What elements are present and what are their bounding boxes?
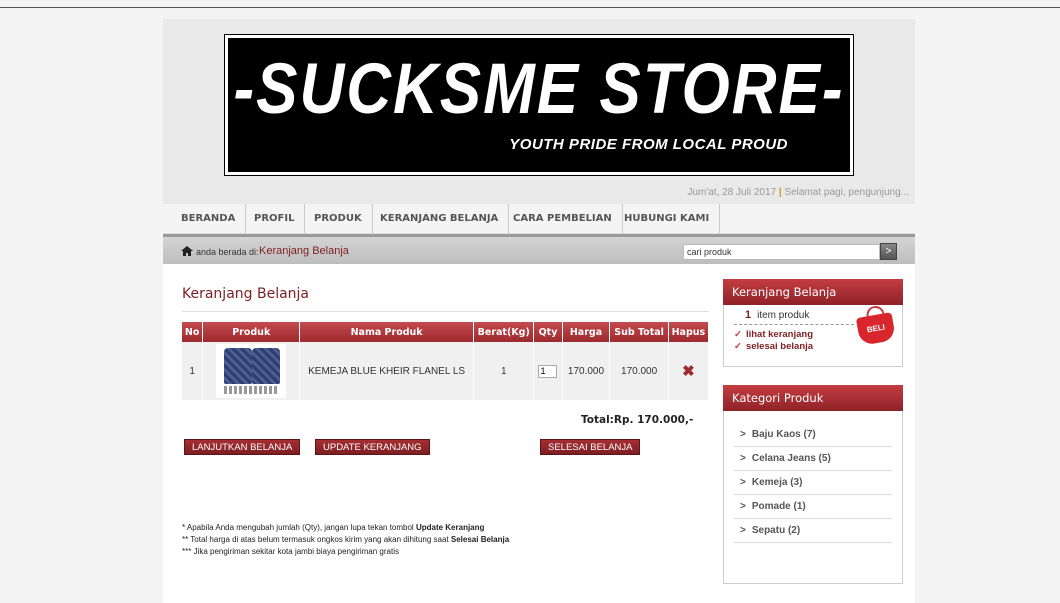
product-price: 170.000	[562, 342, 611, 400]
nav-hubungi-kami[interactable]: HUBUNGI KAMI	[614, 204, 721, 234]
category-item[interactable]: > Sepatu (2)	[734, 519, 892, 543]
col-subtotal: Sub Total	[609, 322, 669, 342]
date-greeting: Jum'at, 28 Juli 2017 | Selamat pagi, pen…	[687, 187, 909, 198]
nav-cara-pembelian[interactable]: CARA PEMBELIAN	[503, 204, 623, 234]
breadcrumb-prefix: anda berada di:	[196, 247, 259, 257]
cart-count-label: item produk	[757, 310, 810, 321]
chevron-right-icon: >	[740, 477, 746, 488]
nav-produk[interactable]: PRODUK	[304, 204, 373, 234]
delete-cell: ✖	[668, 342, 710, 400]
sidebar: Keranjang Belanja 1 item produk ✓ lihat ke…	[723, 279, 903, 584]
product-cell	[202, 342, 301, 400]
logo-subtitle: YOUTH PRIDE FROM LOCAL PROUD	[509, 136, 788, 153]
note-line: ** Total harga di atas belum termasuk on…	[182, 535, 510, 544]
table-row: 1 KEMEJA BLUE KHEIR FLANEL LS 1 170.000	[182, 342, 710, 400]
col-nama-produk: Nama Produk	[299, 322, 475, 342]
nav-beranda[interactable]: BERANDA	[171, 204, 247, 234]
col-hapus: Hapus	[668, 322, 710, 342]
qty-input[interactable]	[538, 364, 558, 378]
finish-shopping-link[interactable]: ✓ selesai belanja	[734, 341, 813, 352]
update-cart-button[interactable]: UPDATE KERANJANG	[315, 439, 430, 455]
sidebar-cart-title: Keranjang Belanja	[723, 279, 903, 305]
category-item[interactable]: > Pomade (1)	[734, 495, 892, 519]
cart-total: Total:Rp. 170.000,-	[581, 414, 694, 426]
search-button[interactable]: >	[880, 243, 897, 260]
page-title: Keranjang Belanja	[182, 286, 310, 302]
check-icon: ✓	[734, 341, 742, 352]
view-cart-link[interactable]: ✓ lihat keranjang	[734, 329, 813, 340]
store-logo[interactable]: -SUCKSME STORE- YOUTH PRIDE FROM LOCAL P…	[224, 34, 854, 176]
cart-table: No Produk Nama Produk Berat(Kg) Qty Harg…	[182, 322, 710, 400]
category-item[interactable]: > Celana Jeans (5)	[734, 447, 892, 471]
col-produk: Produk	[202, 322, 301, 342]
shopping-bag-icon: BELI	[855, 312, 897, 346]
product-name: KEMEJA BLUE KHEIR FLANEL LS	[299, 342, 475, 400]
chevron-right-icon: >	[740, 525, 746, 536]
breadcrumb-current[interactable]: Keranjang Belanja	[259, 245, 349, 257]
cart-count-number: 1	[745, 309, 752, 321]
sidebar-cart-box: 1 item produk ✓ lihat keranjang ✓ selesai b…	[723, 304, 903, 367]
category-list: > Baju Kaos (7) > Celana Jeans (5) > Kemeja…	[723, 411, 903, 584]
home-icon	[181, 246, 193, 256]
site-header: -SUCKSME STORE- YOUTH PRIDE FROM LOCAL P…	[163, 19, 915, 204]
cart-notes: * Apabila Anda mengubah jumlah (Qty), ja…	[182, 522, 509, 558]
breadcrumb-bar: anda berada di: Keranjang Belanja >	[163, 234, 915, 264]
search-input[interactable]	[683, 244, 880, 260]
col-berat: Berat(Kg)	[473, 322, 535, 342]
col-no: No	[182, 322, 204, 342]
main-content: Keranjang Belanja No Produk Nama Produk …	[163, 264, 915, 603]
cart-divider	[734, 324, 854, 325]
category-item[interactable]: > Kemeja (3)	[734, 471, 892, 495]
qty-cell	[533, 342, 563, 400]
sidebar-category-title: Kategori Produk	[723, 385, 903, 411]
page-wrapper: -SUCKSME STORE- YOUTH PRIDE FROM LOCAL P…	[163, 19, 915, 603]
greeting-text: Selamat pagi, pengunjung...	[784, 187, 909, 198]
delete-icon[interactable]: ✖	[682, 363, 695, 380]
current-date: Jum'at, 28 Juli 2017	[687, 187, 777, 198]
cart-item-count: 1 item produk	[745, 309, 809, 321]
nav-keranjang-belanja[interactable]: KERANJANG BELANJA	[370, 204, 510, 234]
col-harga: Harga	[562, 322, 611, 342]
shirt-front	[224, 348, 253, 384]
nav-profil[interactable]: PROFIL	[244, 204, 306, 234]
note-line: * Apabila Anda mengubah jumlah (Qty), ja…	[182, 523, 485, 532]
continue-shopping-button[interactable]: LANJUTKAN BELANJA	[184, 439, 301, 455]
product-subtotal: 170.000	[609, 342, 669, 400]
row-no: 1	[182, 342, 204, 400]
title-divider	[182, 311, 709, 312]
col-qty: Qty	[533, 322, 563, 342]
note-line: *** Jika pengiriman sekitar kota jambi b…	[182, 547, 399, 556]
check-icon: ✓	[734, 329, 742, 340]
product-weight: 1	[473, 342, 535, 400]
logo-title: -SUCKSME STORE-	[233, 49, 845, 130]
date-separator: |	[778, 187, 782, 198]
cart-table-header: No Produk Nama Produk Berat(Kg) Qty Harg…	[182, 322, 710, 342]
main-nav: BERANDA PROFIL PRODUK KERANJANG BELANJA …	[163, 204, 915, 234]
chevron-right-icon: >	[740, 429, 746, 440]
product-image[interactable]	[216, 344, 287, 398]
chevron-right-icon: >	[740, 453, 746, 464]
chevron-right-icon: >	[740, 501, 746, 512]
shirt-back	[252, 348, 281, 384]
top-border	[0, 7, 1060, 8]
finish-shopping-button[interactable]: SELESAI BELANJA	[540, 439, 641, 455]
category-item[interactable]: > Baju Kaos (7)	[734, 423, 892, 447]
product-label	[224, 386, 279, 394]
